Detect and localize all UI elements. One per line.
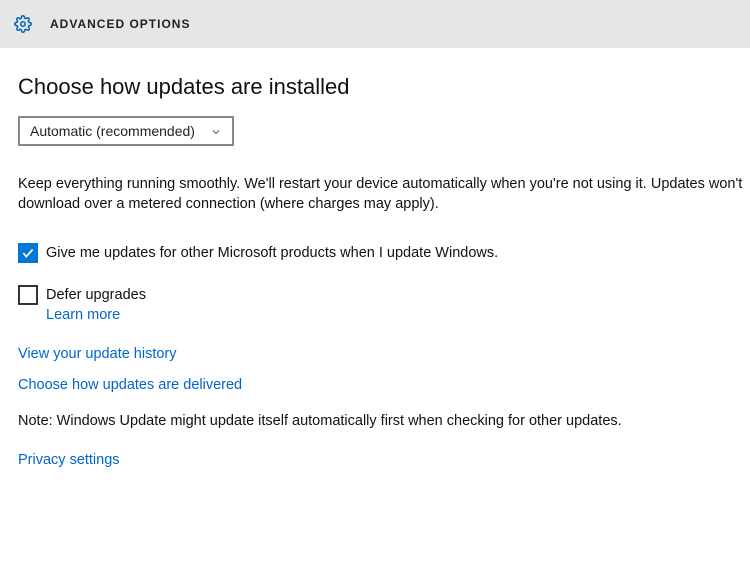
checkbox-defer-label: Defer upgrades (46, 285, 146, 305)
description-line1: Keep everything running smoothly. We'll … (18, 176, 742, 192)
learn-more-link[interactable]: Learn more (46, 307, 146, 323)
dropdown-selected-label: Automatic (recommended) (30, 123, 195, 139)
checkbox-defer-upgrades[interactable] (18, 285, 38, 305)
note-text: Note: Windows Update might update itself… (18, 413, 750, 429)
checkbox-other-products-label: Give me updates for other Microsoft prod… (46, 243, 498, 263)
view-update-history-link[interactable]: View your update history (18, 346, 177, 362)
checkbox-row-defer: Defer upgrades Learn more (18, 285, 750, 323)
choose-delivery-link[interactable]: Choose how updates are delivered (18, 377, 242, 393)
chevron-down-icon (210, 125, 222, 137)
content-area: Choose how updates are installed Automat… (0, 48, 750, 468)
privacy-settings-link[interactable]: Privacy settings (18, 452, 120, 468)
update-mode-dropdown[interactable]: Automatic (recommended) (18, 116, 234, 146)
page-title: Choose how updates are installed (18, 74, 750, 100)
checkbox-row-other-products: Give me updates for other Microsoft prod… (18, 243, 750, 263)
gear-icon (14, 15, 32, 33)
description-line2: download over a metered connection (wher… (18, 196, 439, 212)
header-title: ADVANCED OPTIONS (50, 17, 190, 31)
description-text: Keep everything running smoothly. We'll … (18, 174, 750, 215)
checkbox-other-products[interactable] (18, 243, 38, 263)
header-bar: ADVANCED OPTIONS (0, 0, 750, 48)
